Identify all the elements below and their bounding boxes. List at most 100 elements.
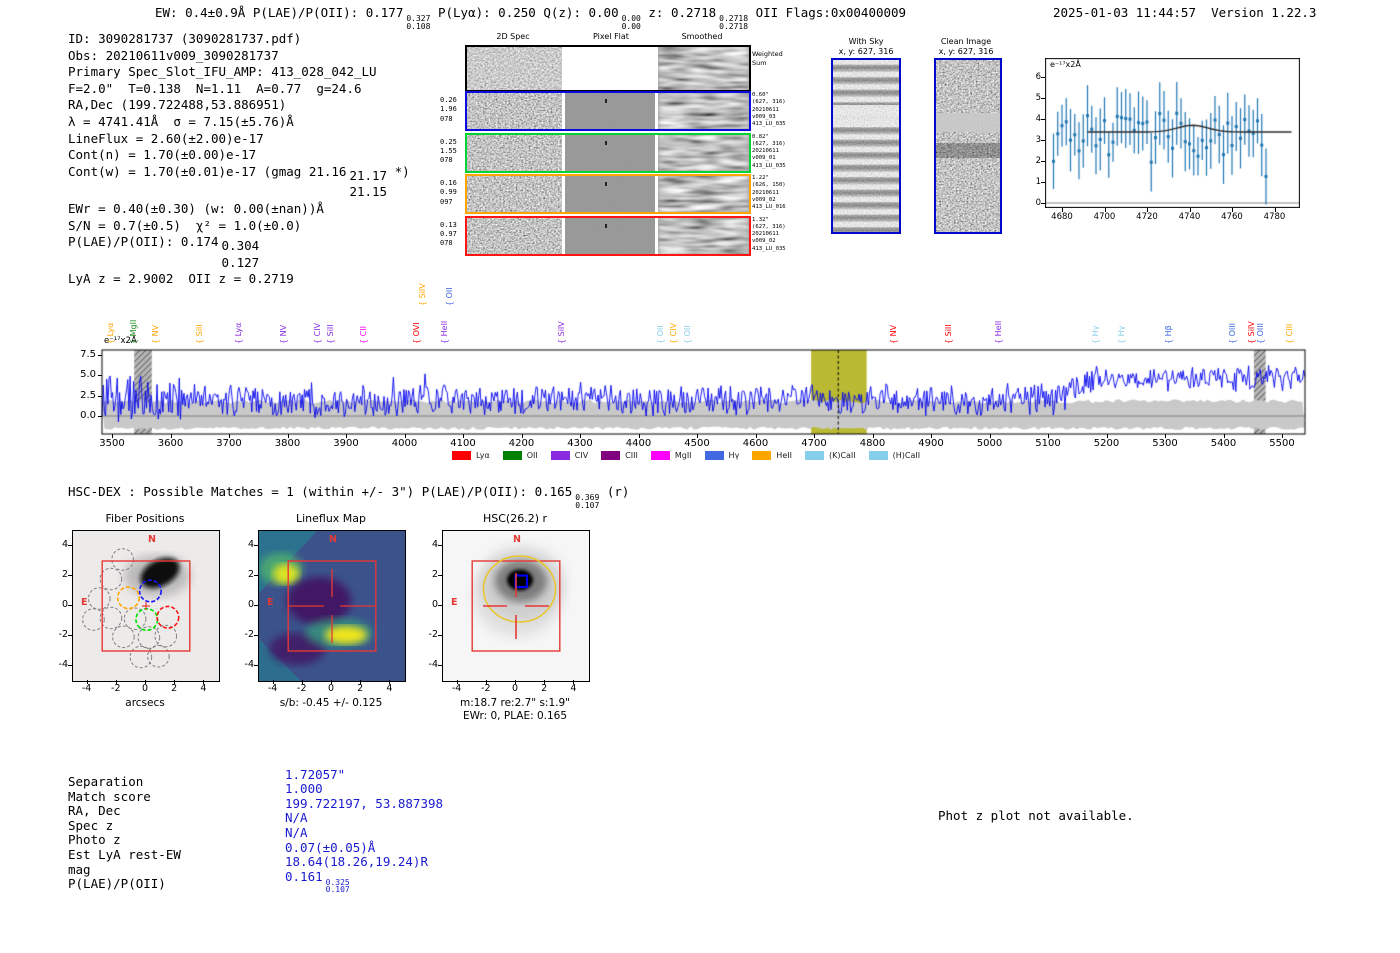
- col-title-smoothed: Smoothed: [681, 32, 723, 41]
- with-sky-title: With Sky x, y: 627, 316: [838, 37, 894, 56]
- cutout-ytick: 2: [431, 569, 438, 580]
- line-marker-Hβ: { Hβ: [1164, 325, 1174, 344]
- match-row-value: 199.722197, 53.887398: [285, 795, 444, 811]
- catalog-match-header: HSC-DEX : Possible Matches = 1 (within +…: [68, 484, 630, 510]
- zoom-xtick: 4700: [1093, 212, 1116, 222]
- line-marker-Hγ: { Hγ: [1116, 325, 1126, 344]
- fiber-row-meta: 0.60" (627, 316) 20210611 v009_03 413_LU_035: [752, 92, 786, 128]
- legend-item-Hγ: Hγ: [704, 451, 739, 460]
- weighted-sum-label: Weighted Sum: [752, 50, 783, 67]
- line-marker-CIV: { CIV: [312, 322, 322, 344]
- line-marker-OII: { OII: [683, 325, 693, 344]
- line-marker-HeII: { HeII: [439, 320, 449, 344]
- report-version: Version 1.22.3: [1211, 5, 1317, 20]
- legend-item-Lyα: Lyα: [452, 451, 490, 460]
- cutout-xtick: 0: [141, 683, 149, 694]
- zoom-xtick: 4680: [1051, 212, 1073, 222]
- legend-item-OII: OII: [502, 451, 538, 460]
- line-marker-SiII: { SiII: [325, 324, 335, 344]
- fiber-2d-row-3: [465, 174, 751, 214]
- full-spectrum-plot: [100, 348, 1307, 436]
- zoom-xtick: 4740: [1178, 212, 1201, 222]
- east-label: E: [81, 597, 88, 608]
- north-label: N: [148, 534, 156, 545]
- line-marker-SiII: { SiII: [944, 324, 954, 344]
- cutout-ytick: -2: [58, 629, 68, 640]
- spectrum-ytick: 0.0: [80, 410, 96, 421]
- match-row-label: Photo z: [68, 832, 121, 848]
- east-label: E: [267, 597, 274, 608]
- col-title-2d-spec: 2D Spec: [496, 32, 530, 41]
- spectrum-xtick: 3800: [274, 438, 301, 449]
- cutout-xtick: -4: [451, 683, 462, 694]
- spectrum-xtick: 5300: [1152, 438, 1178, 449]
- with-sky-image: [831, 58, 901, 234]
- cutout-xtick: -2: [481, 683, 491, 694]
- hsc-cutout-title: HSC(26.2) r: [482, 512, 548, 525]
- legend-item-(H)CaII: (H)CaII: [868, 451, 920, 460]
- line-marker-OII: { OII: [655, 325, 665, 344]
- cutout-xtick: 2: [541, 683, 548, 694]
- fiber-row-weights: 0.26 1.96 078: [440, 96, 457, 123]
- zoom-ytick: 6: [1035, 71, 1041, 82]
- legend-swatch: [804, 451, 824, 460]
- spectrum-xtick: 4000: [391, 438, 418, 449]
- cutout-xtick: -2: [297, 683, 307, 694]
- header-meta: 2025-01-03 11:44:57 Version 1.22.3: [1053, 5, 1316, 20]
- spectrum-xtick: 5500: [1269, 438, 1295, 449]
- legend-swatch: [502, 451, 522, 460]
- legend-item-CIII: CIII: [601, 451, 638, 460]
- clean-image-title: Clean Image x, y: 627, 316: [938, 37, 994, 56]
- hsc-xlabel-1: m:18.7 re:2.7" s:1.9": [460, 697, 570, 709]
- line-marker-Hγ: { Hγ: [1090, 325, 1100, 344]
- fiber-2d-row-1: [465, 91, 751, 131]
- legend-swatch: [452, 451, 471, 460]
- cutout-ytick: -4: [244, 659, 254, 670]
- match-row-value: 1.000: [285, 781, 323, 797]
- spectrum-ytick: 7.5: [80, 349, 96, 361]
- cutout-xtick: 2: [357, 683, 364, 694]
- spectrum-ytick: 2.5: [80, 389, 96, 401]
- line-marker-NV: { NV: [279, 324, 288, 344]
- cutout-xtick: 0: [511, 683, 519, 694]
- clean-image: [934, 58, 1002, 234]
- cutout-xtick: -4: [267, 683, 278, 694]
- match-row-value: N/A: [285, 824, 308, 840]
- spectrum-xtick: 3600: [157, 438, 184, 449]
- legend-swatch: [752, 451, 772, 460]
- match-row-label: Est LyA rest-EW: [68, 847, 181, 862]
- cutout-ytick: -4: [58, 659, 68, 670]
- fiber-2d-row-2: [465, 132, 751, 173]
- zoom-ytick: 0: [1035, 197, 1041, 208]
- match-row-label: mag: [68, 861, 91, 877]
- cutout-xtick: -2: [111, 683, 121, 694]
- cutout-ytick: -2: [428, 629, 438, 640]
- photz-notice: Phot z plot not available.: [938, 808, 1134, 823]
- match-row-value: 0.07(±0.05)Å: [285, 839, 376, 855]
- match-row-value: 18.64(18.26,19.24)R: [285, 854, 428, 870]
- spectrum-xtick: 3900: [333, 438, 359, 449]
- match-row-label: Spec z: [68, 817, 114, 833]
- legend-item-(K)CaII: (K)CaII: [804, 451, 856, 460]
- legend-item-MgII: MgII: [650, 451, 692, 460]
- spectrum-xtick: 5000: [976, 438, 1003, 449]
- weighted-pixel-flat-image: [565, 47, 655, 90]
- cutout-ytick: 0: [431, 599, 438, 610]
- line-marker-OII: { OII: [445, 287, 455, 306]
- legend-item-CIV: CIV: [550, 451, 588, 460]
- fiber-row-weights: 0.25 1.55 078: [440, 137, 457, 165]
- line-marker-OIII: { OIII: [1227, 322, 1237, 344]
- legend-item-HeII: HeII: [752, 451, 792, 460]
- match-row-label: RA, Dec: [68, 803, 121, 819]
- line-marker-MgII: { MgII: [129, 319, 139, 344]
- line-marker-Lyα: { Lyα: [105, 322, 115, 344]
- spectrum-xtick: 3700: [216, 438, 242, 449]
- north-label: N: [513, 534, 521, 545]
- spectrum-ytick: 5.0: [80, 369, 96, 381]
- lineflux-map-title: Lineflux Map: [295, 512, 367, 525]
- legend-swatch: [550, 451, 570, 460]
- line-fit-zoom-plot: [1045, 58, 1300, 208]
- cutout-xtick: 4: [386, 683, 393, 694]
- line-marker-CII: { CII: [359, 326, 369, 344]
- east-label: E: [451, 597, 458, 608]
